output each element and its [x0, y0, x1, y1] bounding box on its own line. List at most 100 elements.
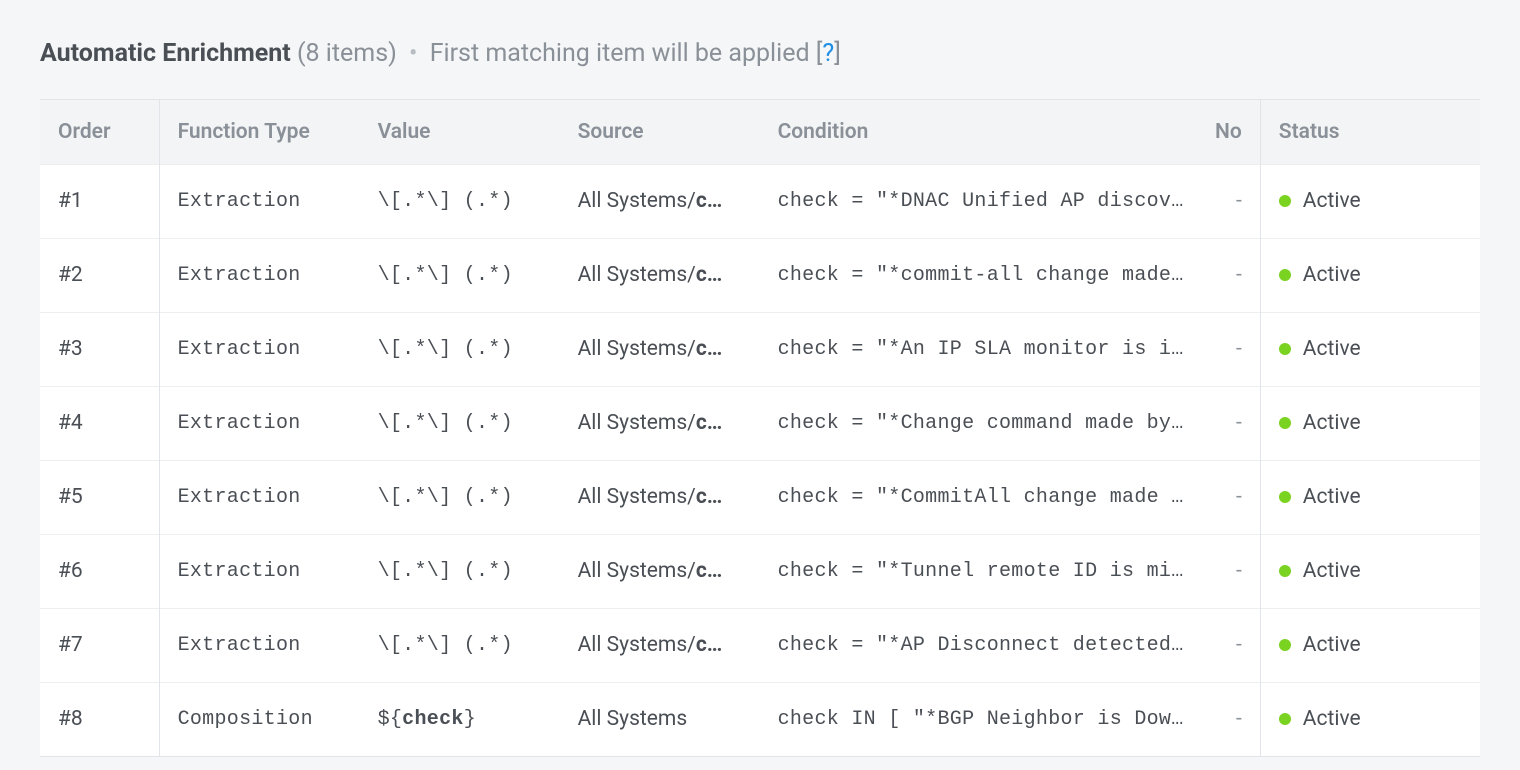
- cell-function-type: Extraction: [160, 239, 360, 312]
- table-row[interactable]: #8: [40, 682, 159, 756]
- table-row[interactable]: Active: [1261, 608, 1480, 682]
- cell-source: All Systems/c…: [560, 535, 760, 608]
- col-status: Status Active Active Active Active Active Act…: [1261, 100, 1480, 756]
- status-label: Active: [1303, 485, 1361, 509]
- cell-value: \[.*\] (.*): [360, 239, 560, 312]
- hdr-value[interactable]: Value: [360, 100, 560, 164]
- cell-order: #3: [40, 313, 101, 386]
- status-label: Active: [1303, 411, 1361, 435]
- status-dot-icon: [1279, 195, 1291, 207]
- table-row[interactable]: Extraction\[.*\] (.*)All Systems/c…check…: [160, 164, 1260, 238]
- cell-source: All Systems/c…: [560, 165, 760, 238]
- table-row[interactable]: Extraction\[.*\] (.*)All Systems/c…check…: [160, 608, 1260, 682]
- cell-condition: check = "*commit-all change made …: [760, 239, 1210, 312]
- cell-value: \[.*\] (.*): [360, 609, 560, 682]
- hdr-status[interactable]: Status: [1261, 100, 1358, 164]
- separator-dot: •: [403, 39, 423, 68]
- help-link[interactable]: [?]: [816, 39, 841, 68]
- cell-condition: check = "*Change command made by*": [760, 387, 1210, 460]
- table-row[interactable]: Active: [1261, 460, 1480, 534]
- cell-order: #7: [40, 609, 101, 682]
- cell-value: ${check}: [360, 683, 560, 756]
- table-row[interactable]: #2: [40, 238, 159, 312]
- status-dot-icon: [1279, 269, 1291, 281]
- col-order: Order #1#2#3#4#5#6#7#8: [40, 100, 160, 756]
- table-row[interactable]: #7: [40, 608, 159, 682]
- cell-status: Active: [1261, 239, 1379, 312]
- status-label: Active: [1303, 559, 1361, 583]
- cell-function-type: Extraction: [160, 461, 360, 534]
- section-heading: Automatic Enrichment (8 items) • First m…: [40, 38, 1480, 71]
- cell-note: -: [1210, 313, 1260, 386]
- cell-status: Active: [1261, 387, 1379, 460]
- cell-function-type: Extraction: [160, 313, 360, 386]
- cell-order: #2: [40, 239, 101, 312]
- status-dot-icon: [1279, 565, 1291, 577]
- cell-function-type: Extraction: [160, 535, 360, 608]
- cell-source: All Systems/c…: [560, 461, 760, 534]
- status-dot-icon: [1279, 639, 1291, 651]
- cell-note: -: [1210, 165, 1260, 238]
- status-dot-icon: [1279, 343, 1291, 355]
- section-note: First matching item will be applied: [430, 39, 816, 68]
- table-row[interactable]: #3: [40, 312, 159, 386]
- table-row[interactable]: Extraction\[.*\] (.*)All Systems/c…check…: [160, 460, 1260, 534]
- cell-value: \[.*\] (.*): [360, 535, 560, 608]
- table-row[interactable]: Extraction\[.*\] (.*)All Systems/c…check…: [160, 386, 1260, 460]
- cell-function-type: Extraction: [160, 165, 360, 238]
- status-dot-icon: [1279, 713, 1291, 725]
- cell-note: -: [1210, 387, 1260, 460]
- cell-value: \[.*\] (.*): [360, 313, 560, 386]
- enrichment-table: Order #1#2#3#4#5#6#7#8 Function Type Val…: [40, 99, 1480, 757]
- hdr-note[interactable]: No: [1210, 100, 1260, 164]
- section-count: (8 items): [297, 39, 397, 68]
- status-dot-icon: [1279, 417, 1291, 429]
- table-row[interactable]: Active: [1261, 534, 1480, 608]
- status-label: Active: [1303, 263, 1361, 287]
- hdr-condition[interactable]: Condition: [760, 100, 1210, 164]
- cell-source: All Systems/c…: [560, 387, 760, 460]
- cell-function-type: Extraction: [160, 387, 360, 460]
- hdr-order[interactable]: Order: [40, 100, 129, 164]
- cell-condition: check = "*AP Disconnect detected*": [760, 609, 1210, 682]
- table-row[interactable]: Active: [1261, 312, 1480, 386]
- table-row[interactable]: Extraction\[.*\] (.*)All Systems/c…check…: [160, 534, 1260, 608]
- table-row[interactable]: Active: [1261, 386, 1480, 460]
- status-label: Active: [1303, 633, 1361, 657]
- table-row[interactable]: #4: [40, 386, 159, 460]
- cell-note: -: [1210, 683, 1260, 756]
- cell-note: -: [1210, 535, 1260, 608]
- status-label: Active: [1303, 707, 1361, 731]
- table-row[interactable]: #6: [40, 534, 159, 608]
- cell-status: Active: [1261, 461, 1379, 534]
- hdr-source[interactable]: Source: [560, 100, 760, 164]
- table-row[interactable]: Composition${check}All Systemscheck IN […: [160, 682, 1260, 756]
- cell-value: \[.*\] (.*): [360, 461, 560, 534]
- cell-condition: check IN [ "*BGP Neighbor is Down…: [760, 683, 1210, 756]
- cell-function-type: Composition: [160, 683, 360, 756]
- table-row[interactable]: #1: [40, 164, 159, 238]
- cell-value: \[.*\] (.*): [360, 165, 560, 238]
- cell-value: \[.*\] (.*): [360, 387, 560, 460]
- status-dot-icon: [1279, 491, 1291, 503]
- cell-condition: check = "*CommitAll change made b…: [760, 461, 1210, 534]
- col-main: Function Type Value Source Condition No …: [160, 100, 1261, 756]
- table-row[interactable]: #5: [40, 460, 159, 534]
- table-row[interactable]: Extraction\[.*\] (.*)All Systems/c…check…: [160, 238, 1260, 312]
- cell-order: #4: [40, 387, 101, 460]
- table-row[interactable]: Active: [1261, 682, 1480, 756]
- cell-note: -: [1210, 461, 1260, 534]
- hdr-function-type[interactable]: Function Type: [160, 100, 360, 164]
- status-label: Active: [1303, 189, 1361, 213]
- cell-status: Active: [1261, 535, 1379, 608]
- table-row[interactable]: Active: [1261, 238, 1480, 312]
- cell-function-type: Extraction: [160, 609, 360, 682]
- cell-source: All Systems/c…: [560, 239, 760, 312]
- table-row[interactable]: Active: [1261, 164, 1480, 238]
- cell-condition: check = "*DNAC Unified AP discove…: [760, 165, 1210, 238]
- cell-order: #1: [40, 165, 101, 238]
- cell-source: All Systems: [560, 683, 760, 756]
- table-row[interactable]: Extraction\[.*\] (.*)All Systems/c…check…: [160, 312, 1260, 386]
- cell-status: Active: [1261, 165, 1379, 238]
- cell-status: Active: [1261, 609, 1379, 682]
